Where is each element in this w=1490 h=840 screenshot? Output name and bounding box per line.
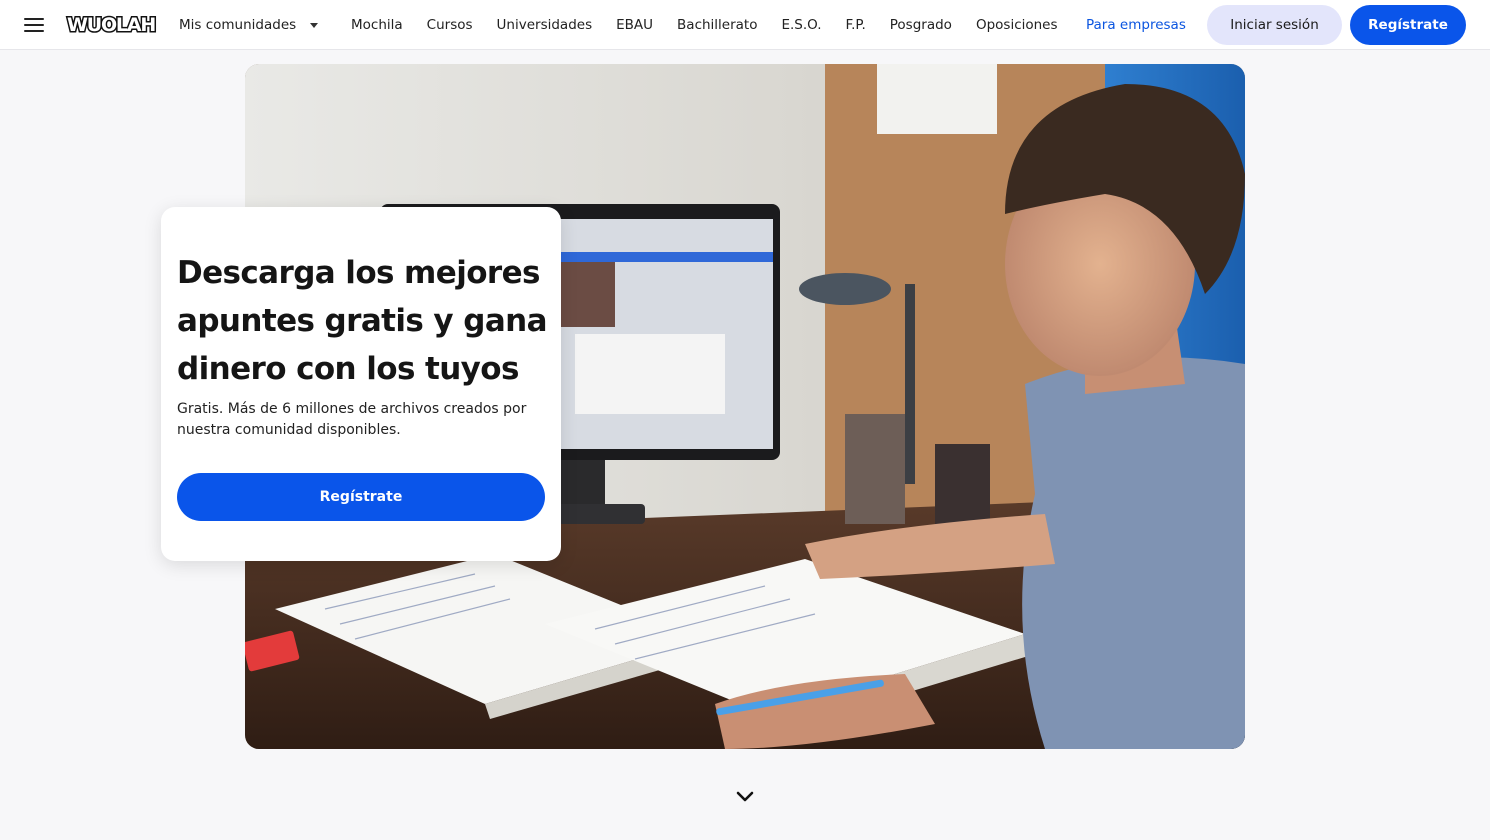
caret-down-icon [310, 22, 319, 28]
wuolah-logo[interactable]: WUOLAH [64, 11, 158, 38]
nav-item-ebau[interactable]: EBAU [616, 17, 653, 33]
main-nav: Mochila Cursos Universidades EBAU Bachil… [351, 0, 1082, 50]
nav-item-mochila[interactable]: Mochila [351, 17, 403, 33]
login-button[interactable]: Iniciar sesión [1207, 5, 1342, 45]
nav-item-cursos[interactable]: Cursos [427, 17, 473, 33]
communities-label: Mis comunidades [179, 17, 297, 33]
hero-subtitle: Gratis. Más de 6 millones de archivos cr… [177, 401, 527, 438]
nav-item-universidades[interactable]: Universidades [497, 17, 593, 33]
nav-item-eso[interactable]: E.S.O. [781, 17, 821, 33]
nav-item-posgrado[interactable]: Posgrado [890, 17, 952, 33]
hero-card: Descarga los mejores apuntes gratis y ga… [161, 207, 561, 561]
business-link[interactable]: Para empresas [1086, 0, 1186, 50]
nav-item-oposiciones[interactable]: Oposiciones [976, 17, 1058, 33]
svg-text:WUOLAH: WUOLAH [67, 14, 155, 36]
communities-dropdown[interactable]: Mis comunidades [179, 0, 319, 50]
hero-title: Descarga los mejores apuntes gratis y ga… [177, 255, 548, 387]
signup-button-header[interactable]: Regístrate [1350, 5, 1466, 45]
hamburger-menu-icon[interactable] [24, 14, 48, 36]
top-navigation-bar: WUOLAH Mis comunidades Mochila Cursos Un… [0, 0, 1490, 50]
hero-signup-button[interactable]: Regístrate [177, 473, 545, 521]
nav-item-bachillerato[interactable]: Bachillerato [677, 17, 757, 33]
chevron-down-icon[interactable] [735, 787, 755, 807]
nav-item-fp[interactable]: F.P. [846, 17, 866, 33]
